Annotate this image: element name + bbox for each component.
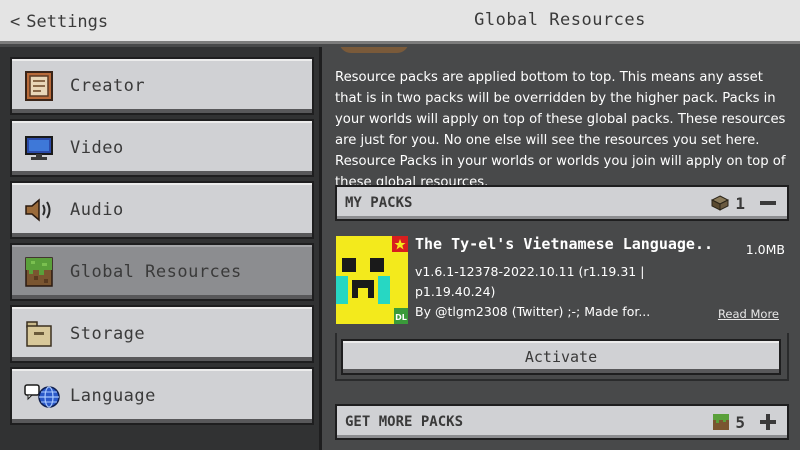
get-more-packs-count-value: 5 [735, 412, 745, 432]
page-title: Global Resources [474, 10, 646, 30]
my-packs-title: MY PACKS [345, 195, 413, 211]
grass-block-count-icon [713, 414, 730, 430]
get-more-packs-title: GET MORE PACKS [345, 414, 464, 430]
my-packs-count-value: 1 [735, 193, 745, 213]
pack-name: The Ty-el's Vietnamese Language... [415, 235, 715, 253]
pack-icon-badge: DL [395, 313, 407, 322]
back-button[interactable]: < Settings [10, 8, 108, 36]
pack-icon: DL [336, 236, 408, 324]
sidebar-item-storage[interactable]: Storage [10, 305, 314, 363]
pack-thumbnail-partial [339, 47, 409, 53]
creator-icon [24, 71, 54, 101]
activate-button[interactable]: Activate [341, 339, 781, 375]
pack-entry[interactable]: DL The Ty-el's Vietnamese Language... 1.… [335, 235, 789, 385]
sidebar: Creator Video Audio Global Resources Sto… [0, 47, 322, 450]
sidebar-item-label: Language [70, 386, 156, 406]
back-label: Settings [26, 12, 109, 32]
my-packs-header[interactable]: MY PACKS 1 [335, 185, 789, 221]
global-resources-panel: Resource packs are applied bottom to top… [325, 47, 800, 450]
pack-author: By @tlgm2308 (Twitter) ;-; Made for... [415, 304, 651, 319]
top-bar: < Settings Global Resources [0, 0, 800, 44]
pack-count-icon [711, 195, 730, 211]
storage-icon [24, 319, 54, 349]
read-more-link[interactable]: Read More [718, 307, 779, 321]
sidebar-item-label: Global Resources [70, 262, 242, 282]
globe-icon [24, 381, 60, 411]
pack-size: 1.0MB [745, 242, 785, 257]
sidebar-item-label: Creator [70, 76, 146, 96]
chevron-left-icon: < [10, 12, 21, 32]
collapse-icon[interactable] [759, 194, 777, 212]
expand-plus-icon[interactable] [759, 413, 777, 431]
monitor-icon [24, 133, 54, 163]
sidebar-item-creator[interactable]: Creator [10, 57, 314, 115]
sidebar-item-label: Audio [70, 200, 124, 220]
description-text: Resource packs are applied bottom to top… [335, 70, 786, 190]
sidebar-item-audio[interactable]: Audio [10, 181, 314, 239]
sidebar-item-label: Video [70, 138, 124, 158]
grass-block-icon [24, 257, 54, 287]
sidebar-item-language[interactable]: Language [10, 367, 314, 425]
sidebar-item-video[interactable]: Video [10, 119, 314, 177]
get-more-packs-count: 5 [713, 413, 745, 432]
sidebar-item-label: Storage [70, 324, 146, 344]
get-more-packs-header[interactable]: GET MORE PACKS 5 [335, 404, 789, 440]
sidebar-item-global-resources[interactable]: Global Resources [10, 243, 314, 301]
my-packs-count: 1 [711, 194, 745, 213]
speaker-icon [24, 195, 54, 225]
pack-version: v1.6.1-12378-2022.10.11 (r1.19.31 | p1.1… [415, 264, 645, 299]
